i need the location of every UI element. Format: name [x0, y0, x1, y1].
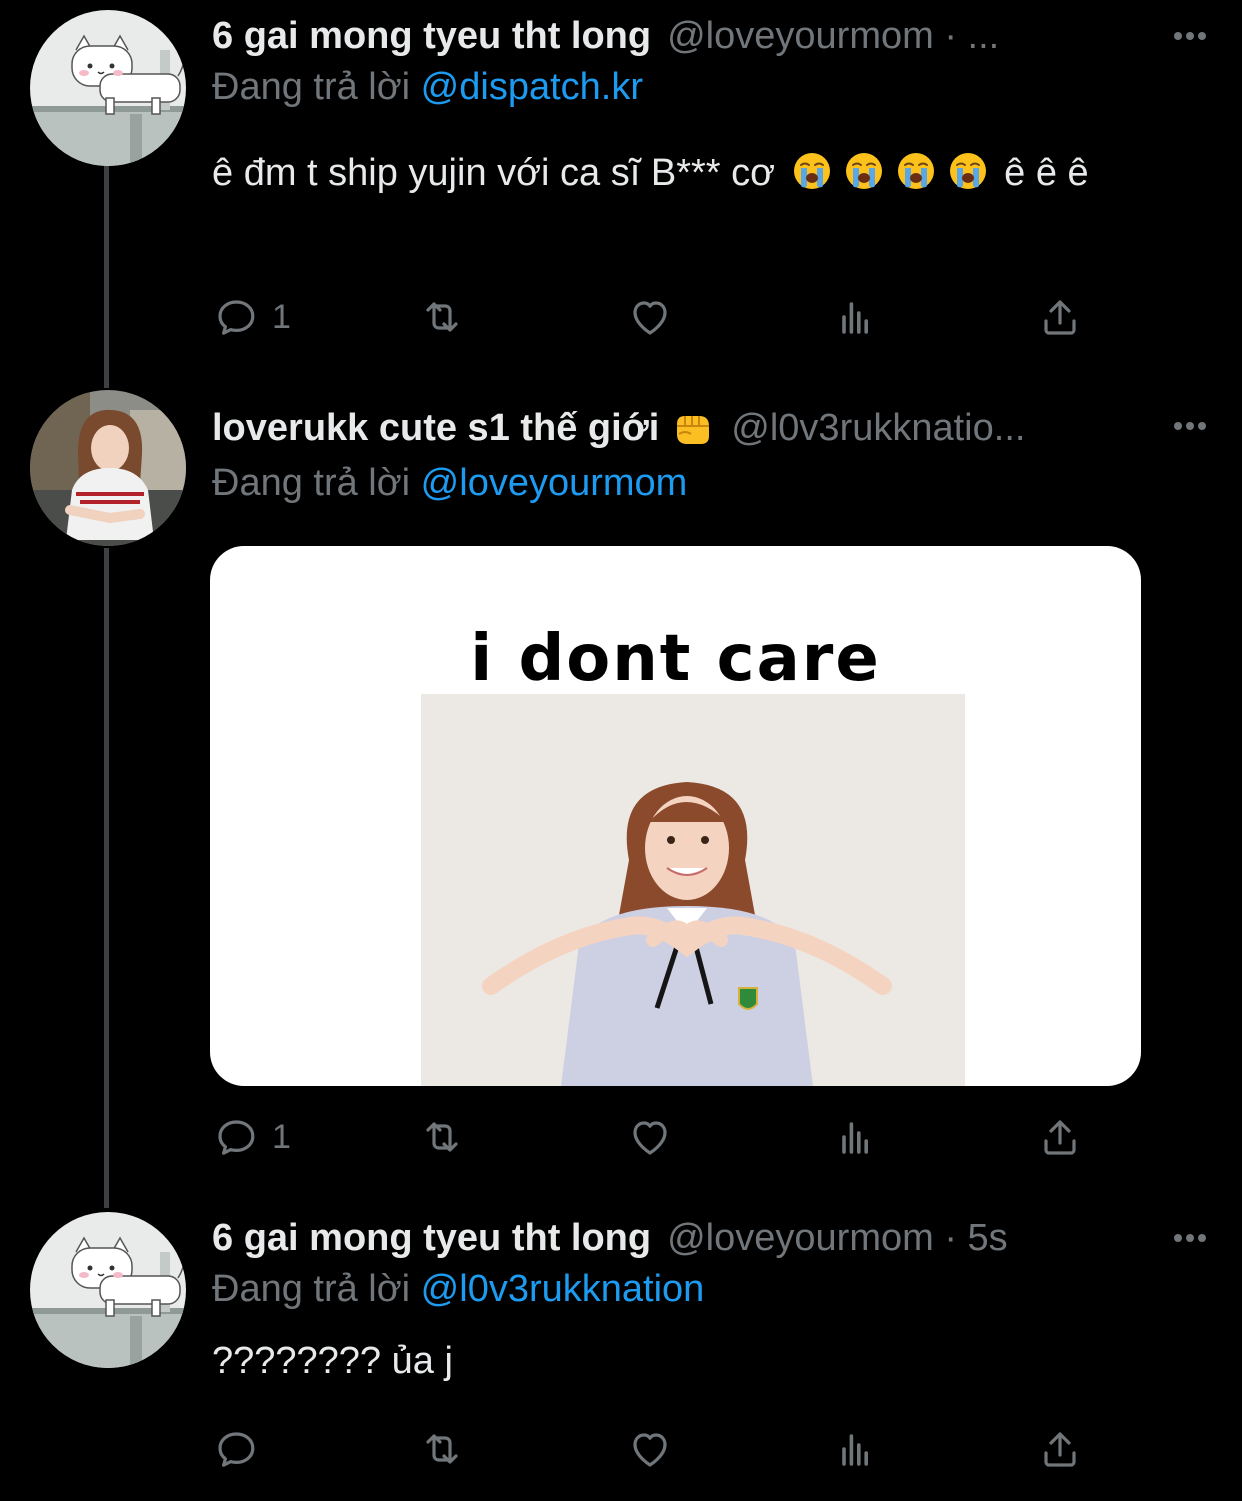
loudly-crying-face-icon — [948, 151, 988, 191]
more-options-icon — [1166, 406, 1214, 446]
reply-count: 1 — [272, 1117, 291, 1156]
retweet-icon — [418, 1113, 466, 1161]
loudly-crying-face-icon — [792, 151, 832, 191]
views-icon — [832, 293, 880, 341]
like-button[interactable] — [626, 292, 674, 342]
share-button[interactable] — [1036, 1112, 1084, 1162]
views-button[interactable] — [832, 1112, 880, 1162]
retweet-button[interactable] — [418, 1112, 466, 1162]
display-name[interactable]: loverukk cute s1 thế giới — [212, 407, 659, 450]
tweet-header: 6 gai mong tyeu tht long @loveyourmom · … — [212, 1212, 1152, 1264]
views-button[interactable] — [832, 292, 880, 342]
more-options-button[interactable] — [1166, 16, 1214, 56]
action-bar: 1 — [212, 292, 1112, 342]
girl-portrait-avatar-icon — [30, 390, 186, 546]
retweet-icon — [418, 293, 466, 341]
loudly-crying-face-icon — [844, 151, 884, 191]
reply-prefix: Đang trả lời — [212, 66, 411, 108]
like-button[interactable] — [626, 1424, 674, 1474]
display-name[interactable]: 6 gai mong tyeu tht long — [212, 1217, 651, 1260]
reply-count: 1 — [272, 297, 291, 336]
more-options-button[interactable] — [1166, 1218, 1214, 1258]
share-icon — [1036, 1425, 1084, 1473]
thread-line-1 — [104, 166, 109, 388]
share-button[interactable] — [1036, 1424, 1084, 1474]
more-options-icon — [1166, 16, 1214, 56]
reply-to-mention[interactable]: @l0v3rukknation — [421, 1268, 705, 1310]
tweet-media[interactable]: i dont care — [210, 546, 1141, 1086]
reply-icon — [212, 1425, 260, 1473]
handle[interactable]: @l0v3rukknatio... — [731, 407, 1152, 450]
like-icon — [626, 293, 674, 341]
action-bar — [212, 1424, 1112, 1474]
media-caption: i dont care — [470, 622, 881, 696]
retweet-button[interactable] — [418, 292, 466, 342]
like-icon — [626, 1113, 674, 1161]
thread-line-2 — [104, 548, 109, 1208]
avatar[interactable] — [30, 1212, 186, 1368]
share-icon — [1036, 1113, 1084, 1161]
tweet-text-part: ê ê ê — [1004, 152, 1089, 194]
share-button[interactable] — [1036, 292, 1084, 342]
reply-prefix: Đang trả lời — [212, 1268, 411, 1310]
retweet-button[interactable] — [418, 1424, 466, 1474]
reply-context: Đang trả lời @loveyourmom — [212, 462, 687, 505]
tweet-header: loverukk cute s1 thế giới @l0v3rukknatio… — [212, 402, 1152, 454]
reply-icon — [212, 1113, 260, 1161]
tweet-header: 6 gai mong tyeu tht long @loveyourmom · … — [212, 10, 1152, 62]
reply-to-mention[interactable]: @dispatch.kr — [421, 66, 643, 108]
photo-image — [421, 694, 965, 1086]
share-icon — [1036, 293, 1084, 341]
display-name[interactable]: 6 gai mong tyeu tht long — [212, 15, 651, 58]
views-icon — [832, 1425, 880, 1473]
handle[interactable]: @loveyourmom · 5s — [667, 1217, 1152, 1260]
reply-icon — [212, 293, 260, 341]
views-button[interactable] — [832, 1424, 880, 1474]
reply-button[interactable]: 1 — [212, 292, 291, 342]
reply-prefix: Đang trả lời — [212, 462, 411, 504]
white-cat-avatar-icon — [30, 1212, 186, 1368]
like-button[interactable] — [626, 1112, 674, 1162]
like-icon — [626, 1425, 674, 1473]
oncoming-fist-icon — [677, 416, 710, 444]
avatar[interactable] — [30, 390, 186, 546]
more-options-button[interactable] — [1166, 406, 1214, 446]
views-icon — [832, 1113, 880, 1161]
reply-button[interactable] — [212, 1424, 260, 1474]
reply-context: Đang trả lời @dispatch.kr — [212, 66, 643, 109]
reply-to-mention[interactable]: @loveyourmom — [421, 462, 688, 504]
tweet-text: ???????? ủa j — [212, 1340, 453, 1382]
white-cat-avatar-icon — [30, 10, 186, 166]
handle[interactable]: @loveyourmom · ... — [667, 15, 1152, 58]
avatar[interactable] — [30, 10, 186, 166]
girl-making-heart-hands-photo — [421, 694, 965, 1086]
retweet-icon — [418, 1425, 466, 1473]
reply-button[interactable]: 1 — [212, 1112, 291, 1162]
loudly-crying-face-icon — [896, 151, 936, 191]
action-bar: 1 — [212, 1112, 1112, 1162]
tweet-text-part: ê đm t ship yujin với ca sĩ B*** cơ — [212, 152, 776, 194]
reply-context: Đang trả lời @l0v3rukknation — [212, 1268, 704, 1311]
more-options-icon — [1166, 1218, 1214, 1258]
tweet-text: ê đm t ship yujin với ca sĩ B*** cơ ê ê … — [212, 146, 1182, 200]
